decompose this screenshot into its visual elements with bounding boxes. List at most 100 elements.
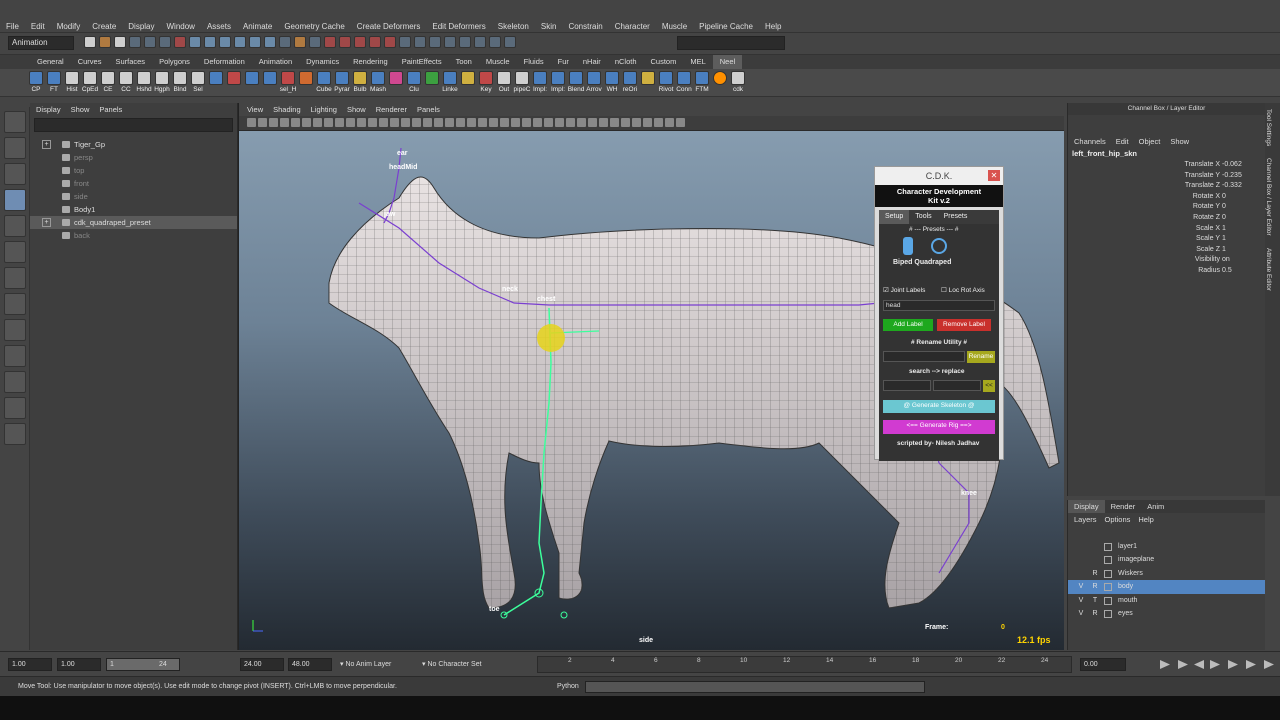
shelf-button-cp[interactable]: CP [28,71,44,94]
cdk-titlebar[interactable]: C.D.K. ✕ [875,167,1003,185]
shelf-tab-surfaces[interactable]: Surfaces [108,55,152,69]
channel-value[interactable]: on [1222,255,1262,266]
move-tool-icon[interactable] [4,189,26,211]
layer-row[interactable]: V Tmouth [1068,594,1265,607]
channel-value[interactable]: -0.332 [1222,181,1262,192]
outliner-menu-panels[interactable]: Panels [99,103,122,116]
channel-value[interactable]: 0 [1222,213,1262,224]
shelf-button-cube[interactable]: Cube [316,71,332,94]
shelf-button-impl[interactable]: Impl: [550,71,566,94]
add-label-button[interactable]: Add Label [883,319,933,331]
go-to-end-icon[interactable] [1246,660,1256,669]
loc-rot-axis-checkbox[interactable]: ☐ Loc Rot Axis [941,286,985,294]
play-forward-icon[interactable] [1210,660,1220,669]
layer-tab-anim[interactable]: Anim [1141,500,1170,513]
lasso-tool-icon[interactable] [4,137,26,159]
shelf-tab-nhair[interactable]: nHair [576,55,608,69]
hypershade-icon[interactable] [504,36,516,48]
select-dynamic-icon[interactable] [249,36,261,48]
layer-display-type-toggle[interactable]: R [1090,607,1100,620]
channel-menu-show[interactable]: Show [1170,135,1189,148]
step-forward-icon[interactable] [1228,660,1238,669]
menu-character[interactable]: Character [609,20,656,33]
channel-row[interactable]: Scale X1 [1068,224,1265,235]
shelf-button-blnd[interactable]: Blnd [172,71,188,94]
rename-input[interactable] [883,351,965,362]
shelf-tab-custom[interactable]: Custom [644,55,684,69]
menu-create-deformers[interactable]: Create Deformers [351,20,427,33]
shelf-button-tool-24[interactable] [460,71,476,94]
close-icon[interactable]: ✕ [988,170,1000,181]
search-replace-button[interactable]: << [983,380,995,392]
layer-row[interactable]: V Reyes [1068,607,1265,620]
layer-menu-help[interactable]: Help [1138,513,1153,526]
shelf-button-conn[interactable]: Conn [676,71,692,94]
go-to-start-icon[interactable] [1160,660,1170,669]
current-time-field[interactable]: 0.00 [1080,658,1126,671]
shelf-tab-ncloth[interactable]: nCloth [608,55,644,69]
layer-display-type-toggle[interactable]: T [1090,594,1100,607]
layer-row[interactable]: V Rbody [1068,580,1265,594]
shelf-tab-muscle[interactable]: Muscle [479,55,517,69]
snap-curve-icon[interactable] [339,36,351,48]
select-hierarchy-icon[interactable] [129,36,141,48]
select-curve-icon[interactable] [204,36,216,48]
tab-presets[interactable]: Presets [938,210,974,224]
shelf-button-selh[interactable]: sel_H [280,71,296,94]
tab-channel-box[interactable]: Channel Box / Layer Editor [1265,152,1272,242]
render-view-icon[interactable] [444,36,456,48]
menu-set-dropdown[interactable]: Animation [8,36,74,50]
layer-visibility-toggle[interactable]: V [1076,580,1086,593]
quick-selection-input[interactable] [677,36,785,50]
anim-layer-dropdown[interactable]: ▾ No Anim Layer [340,658,391,671]
tab-tool-settings[interactable]: Tool Settings [1265,103,1272,152]
shelf-button-hist[interactable]: Hist [64,71,80,94]
shelf-button-tool-22[interactable] [424,71,440,94]
shelf-button-tool-13[interactable] [262,71,278,94]
shelf-button-linke[interactable]: Linke [442,71,458,94]
play-backward-icon[interactable] [1194,660,1204,669]
shelf-tab-toon[interactable]: Toon [449,55,479,69]
script-language-label[interactable]: Python [557,677,579,697]
layer-color-swatch[interactable] [1104,543,1112,551]
layer-tab-display[interactable]: Display [1068,500,1105,513]
shelf-tab-dynamics[interactable]: Dynamics [299,55,346,69]
shelf-button-tool-15[interactable] [298,71,314,94]
shelf-button-tool-20[interactable] [388,71,404,94]
layer-row[interactable]: imageplane [1068,553,1265,566]
shelf-button-out[interactable]: Out [496,71,512,94]
shelf-button-reori[interactable]: reOri [622,71,638,94]
ipr-render-icon[interactable] [474,36,486,48]
select-render-icon[interactable] [264,36,276,48]
shelf-button-clu[interactable]: Clu [406,71,422,94]
outliner-item[interactable]: front [30,177,237,190]
shelf-button-impl[interactable]: Impl: [532,71,548,94]
channel-row[interactable]: Visibility on [1068,255,1265,266]
rotate-tool-icon[interactable] [4,215,26,237]
outliner-item[interactable]: persp [30,151,237,164]
layer-visibility-toggle[interactable]: V [1076,594,1086,607]
select-object-icon[interactable] [144,36,156,48]
shelf-button-ftm[interactable]: FTM [694,71,710,94]
scale-tool-icon[interactable] [4,241,26,263]
outliner-menu-show[interactable]: Show [71,103,90,116]
shelf-button-tool-38[interactable] [712,71,728,94]
time-slider[interactable]: 2 4 6 8 10 12 14 16 18 20 22 24 [537,656,1072,673]
layer-color-swatch[interactable] [1104,609,1112,618]
shelf-tab-neel[interactable]: Neel [712,55,743,69]
shelf-button-arrov[interactable]: Arrov [586,71,602,94]
last-tool-icon[interactable] [4,267,26,289]
joint-labels-checkbox[interactable]: ☑ Joint Labels [883,286,925,294]
channel-row[interactable]: Rotate Y0 [1068,202,1265,213]
expand-icon[interactable]: + [42,140,51,149]
make-live-icon[interactable] [384,36,396,48]
menu-skeleton[interactable]: Skeleton [492,20,535,33]
snap-grid-icon[interactable] [324,36,336,48]
channel-menu-object[interactable]: Object [1139,135,1161,148]
shelf-button-pyrar[interactable]: Pyrar [334,71,350,94]
outliner-search-input[interactable] [34,118,233,132]
tab-attribute-editor[interactable]: Attribute Editor [1265,242,1272,297]
outliner-item[interactable]: Body1 [30,203,237,216]
snap-point-icon[interactable] [354,36,366,48]
layer-tab-render[interactable]: Render [1105,500,1142,513]
